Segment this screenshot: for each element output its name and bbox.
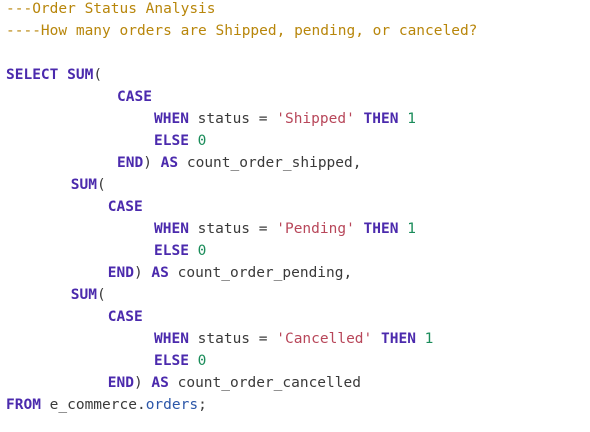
token-keyword: SELECT <box>6 67 59 83</box>
token-number: 0 <box>197 133 207 149</box>
token-number: 1 <box>407 111 416 127</box>
end-shipped-line: END) AS count_order_shipped, <box>117 152 361 174</box>
token-punct: ; <box>198 397 207 413</box>
token-ident: status <box>188 111 259 127</box>
end-pending-line: END) AS count_order_pending, <box>108 262 352 284</box>
token-ident <box>189 133 198 149</box>
token-comment: ---Order Status Analysis <box>6 1 216 17</box>
token-ident: e_commerce. <box>40 397 146 413</box>
token-ident: status <box>188 331 259 347</box>
token-string: 'Pending' <box>276 221 355 237</box>
token-ident <box>189 243 198 259</box>
token-ident: count_order_pending, <box>168 265 353 281</box>
case-line: CASE <box>117 86 152 108</box>
token-keyword: ELSE <box>154 133 189 149</box>
token-ident <box>398 221 407 237</box>
when-cancelled-line: WHEN status = 'Cancelled' THEN 1 <box>154 328 433 350</box>
token-keyword: SUM <box>70 287 97 303</box>
token-ident <box>268 331 277 347</box>
token-ident <box>355 111 364 127</box>
token-comment: ----How many orders are Shipped, pending… <box>6 23 478 39</box>
token-field: orders <box>145 397 199 413</box>
token-punct: ) <box>133 375 143 391</box>
else-line: ELSE 0 <box>154 130 206 152</box>
else-line: ELSE 0 <box>154 240 206 262</box>
token-keyword: END <box>107 265 134 281</box>
token-punct: ( <box>93 67 103 83</box>
token-keyword: END <box>117 155 144 171</box>
token-punct: ( <box>96 177 106 193</box>
from-line: FROM e_commerce.orders; <box>6 394 207 416</box>
token-keyword: END <box>107 375 134 391</box>
select-sum-line: SELECT SUM( <box>6 64 102 86</box>
token-keyword: THEN <box>363 111 399 127</box>
token-keyword: CASE <box>107 199 143 215</box>
token-keyword: CASE <box>117 89 152 105</box>
token-keyword: WHEN <box>154 221 189 237</box>
sum-pending-line: SUM( <box>71 174 106 196</box>
token-ident <box>268 111 277 127</box>
when-pending-line: WHEN status = 'Pending' THEN 1 <box>154 218 416 240</box>
token-keyword: WHEN <box>154 111 189 127</box>
token-ident <box>58 67 67 83</box>
token-punct: ) <box>143 155 152 171</box>
token-punct: ( <box>96 287 106 303</box>
token-number: 0 <box>197 353 207 369</box>
token-ident <box>416 331 425 347</box>
token-keyword: FROM <box>6 397 41 413</box>
token-ident <box>372 331 381 347</box>
token-ident: count_order_shipped, <box>178 155 362 171</box>
token-op: = <box>258 111 268 127</box>
token-keyword: AS <box>151 265 169 281</box>
end-cancelled-line: END) AS count_order_cancelled <box>108 372 361 394</box>
token-ident <box>152 155 161 171</box>
token-number: 1 <box>407 221 416 237</box>
token-ident <box>189 353 198 369</box>
token-keyword: AS <box>151 375 169 391</box>
token-keyword: WHEN <box>154 331 189 347</box>
comment-title: ---Order Status Analysis <box>6 0 216 20</box>
sql-code-editor[interactable]: ---Order Status Analysis ----How many ord… <box>0 0 590 432</box>
else-line: ELSE 0 <box>154 350 206 372</box>
token-punct: ) <box>133 265 143 281</box>
sum-cancelled-line: SUM( <box>71 284 106 306</box>
token-op: = <box>258 221 268 237</box>
token-ident: count_order_cancelled <box>168 375 361 391</box>
token-keyword: AS <box>160 155 179 171</box>
token-ident: status <box>188 221 259 237</box>
token-string: 'Shipped' <box>276 111 355 127</box>
token-string: 'Cancelled' <box>276 331 373 347</box>
token-ident <box>355 221 364 237</box>
comment-question: ----How many orders are Shipped, pending… <box>6 20 477 42</box>
token-number: 0 <box>197 243 207 259</box>
token-keyword: THEN <box>381 331 416 347</box>
token-keyword: ELSE <box>154 353 189 369</box>
token-op: = <box>258 331 268 347</box>
when-shipped-line: WHEN status = 'Shipped' THEN 1 <box>154 108 416 130</box>
token-keyword: THEN <box>363 221 399 237</box>
token-keyword: SUM <box>70 177 97 193</box>
case-line: CASE <box>108 196 143 218</box>
token-number: 1 <box>424 331 434 347</box>
token-keyword: ELSE <box>154 243 189 259</box>
token-keyword: SUM <box>67 67 94 83</box>
token-keyword: CASE <box>107 309 143 325</box>
token-ident <box>268 221 277 237</box>
token-ident <box>398 111 407 127</box>
case-line: CASE <box>108 306 143 328</box>
